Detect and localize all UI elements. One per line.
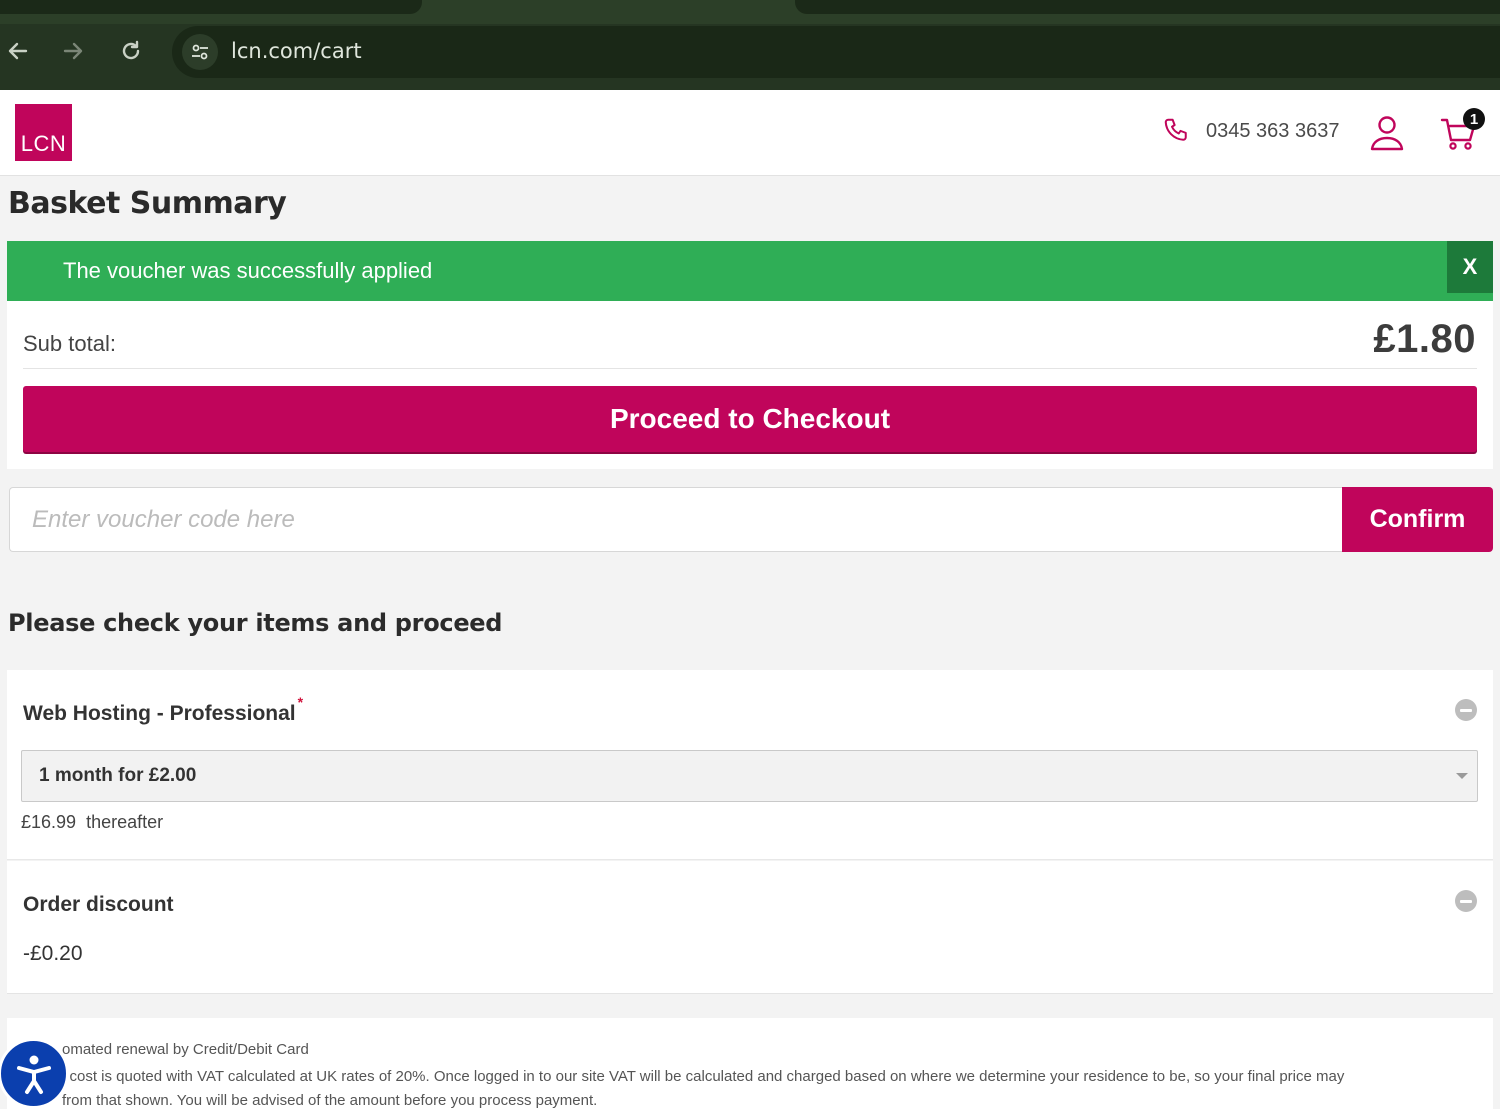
reload-button[interactable] — [116, 36, 146, 66]
accessibility-button[interactable] — [0, 1038, 69, 1109]
vat-footnote: l cost is quoted with VAT calculated at … — [62, 1065, 1482, 1109]
vat-footnote-line: l cost is quoted with VAT calculated at … — [62, 1068, 1345, 1085]
voucher-code-input[interactable] — [9, 487, 1343, 552]
forward-button[interactable] — [58, 36, 88, 66]
site-header: LCN 0345 363 3637 1 — [0, 90, 1500, 176]
phone-link[interactable]: 0345 363 3637 — [1162, 116, 1339, 146]
reload-icon — [122, 40, 140, 60]
alert-message: The voucher was successfully applied — [63, 258, 433, 283]
remove-item-icon[interactable] — [1455, 699, 1477, 721]
renewal-footnote: omated renewal by Credit/Debit Card — [62, 1041, 309, 1058]
accessibility-icon — [16, 1055, 51, 1094]
discount-label: Order discount — [23, 893, 174, 916]
proceed-to-checkout-button[interactable]: Proceed to Checkout — [23, 386, 1477, 452]
arrow-right-icon — [63, 42, 83, 60]
arrow-left-icon — [8, 42, 28, 60]
chevron-down-icon — [1456, 773, 1468, 779]
phone-icon — [1164, 118, 1187, 141]
divider — [23, 368, 1477, 369]
footnotes: omated renewal by Credit/Debit Card l co… — [7, 1018, 1493, 1109]
cart-count-badge: 1 — [1463, 108, 1485, 130]
discount-value: -£0.20 — [23, 942, 83, 965]
billing-term-select[interactable]: 1 month for £2.00 — [21, 750, 1478, 802]
lcn-logo[interactable]: LCN — [15, 104, 72, 161]
subtotal-label: Sub total: — [23, 331, 116, 356]
renewal-suffix: thereafter — [86, 812, 164, 832]
site-info-button[interactable] — [182, 34, 218, 70]
items-section-heading: Please check your items and proceed — [8, 609, 503, 637]
voucher-confirm-button[interactable]: Confirm — [1342, 487, 1493, 552]
billing-term-value: 1 month for £2.00 — [39, 765, 197, 786]
tune-icon — [192, 44, 208, 60]
renewal-note: £16.99 thereafter — [21, 812, 163, 833]
browser-tab[interactable] — [795, 0, 1500, 14]
basket-summary-card: Sub total: £1.80 Proceed to Checkout — [7, 301, 1493, 469]
renewal-price: £16.99 — [21, 812, 77, 832]
vat-footnote-line: from that shown. You will be advised of … — [62, 1092, 598, 1109]
remove-discount-icon[interactable] — [1455, 890, 1477, 912]
browser-toolbar: lcn.com/cart — [0, 0, 1500, 90]
order-discount-card: Order discount -£0.20 — [7, 861, 1493, 994]
alert-close-button[interactable]: X — [1447, 241, 1493, 293]
success-alert: The voucher was successfully applied X — [7, 241, 1493, 301]
account-button[interactable] — [1368, 114, 1406, 157]
tab-strip — [0, 0, 1500, 24]
address-bar[interactable]: lcn.com/cart — [172, 26, 1500, 78]
page-title: Basket Summary — [8, 186, 287, 221]
item-name: Web Hosting - Professional * — [23, 694, 304, 725]
back-button[interactable] — [3, 36, 33, 66]
subtotal-value: £1.80 — [1373, 317, 1476, 361]
required-mark: * — [297, 694, 304, 710]
user-icon — [1370, 116, 1404, 151]
url-text[interactable]: lcn.com/cart — [231, 39, 362, 63]
basket-item: Web Hosting - Professional * 1 month for … — [7, 670, 1493, 860]
phone-number[interactable]: 0345 363 3637 — [1206, 120, 1339, 143]
browser-tab[interactable] — [0, 0, 422, 14]
